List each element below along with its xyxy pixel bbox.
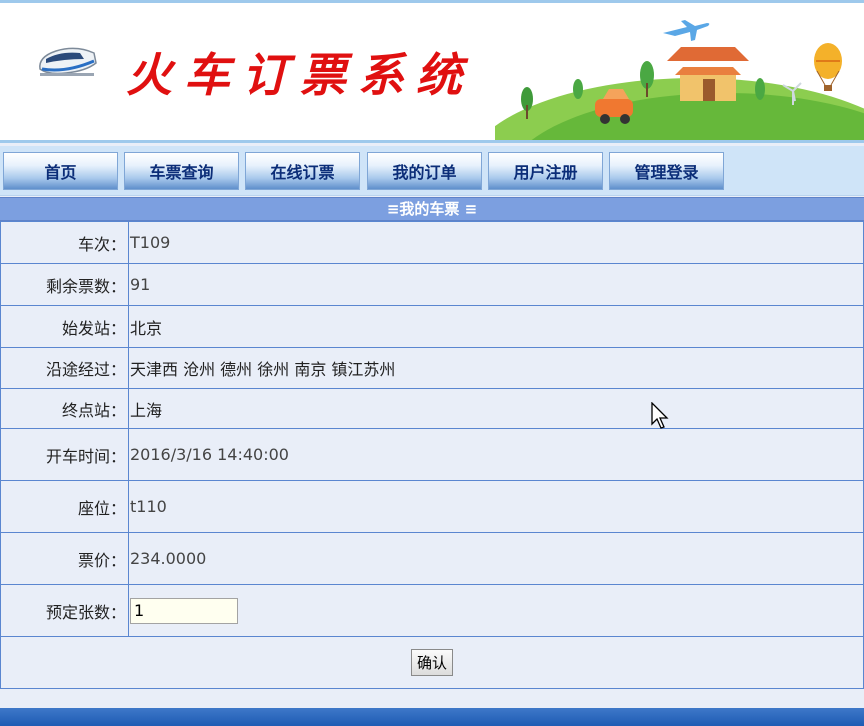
table-row: 确认 <box>0 636 864 689</box>
terminal-value: 上海 <box>128 388 864 429</box>
nav-home-button[interactable]: 首页 <box>3 152 118 190</box>
nav-online-booking-button[interactable]: 在线订票 <box>245 152 360 190</box>
depart-value: 2016/3/16 14:40:00 <box>128 428 864 481</box>
origin-value: 北京 <box>128 305 864 348</box>
nav-ticket-query-button[interactable]: 车票查询 <box>124 152 239 190</box>
confirm-button[interactable]: 确认 <box>411 649 453 676</box>
table-row: 车次： T109 <box>0 221 864 264</box>
qty-input[interactable] <box>130 597 238 624</box>
ticket-details-table: 车次： T109 剩余票数： 91 始发站： 北京 沿途经过： 天津西 沧州 德… <box>0 221 864 689</box>
price-label: 票价： <box>0 532 129 585</box>
origin-label: 始发站： <box>0 305 129 348</box>
footer-bar <box>0 708 864 726</box>
qty-label: 预定张数： <box>0 584 129 637</box>
train-no-label: 车次： <box>0 221 129 264</box>
airplane-icon <box>663 20 710 41</box>
seat-value: t110 <box>128 480 864 533</box>
via-label: 沿途经过： <box>0 347 129 389</box>
nav-admin-login-button[interactable]: 管理登录 <box>609 152 724 190</box>
main-navigation: 首页 车票查询 在线订票 我的订单 用户注册 管理登录 <box>0 146 864 196</box>
site-title: 火车订票系统 <box>126 48 474 102</box>
train-no-value: T109 <box>128 221 864 264</box>
nav-my-orders-button[interactable]: 我的订单 <box>367 152 482 190</box>
table-row: 沿途经过： 天津西 沧州 德州 徐州 南京 镇江苏州 <box>0 347 864 389</box>
table-row: 剩余票数： 91 <box>0 263 864 306</box>
remaining-label: 剩余票数： <box>0 263 129 306</box>
remaining-value: 91 <box>128 263 864 306</box>
table-row: 座位： t110 <box>0 480 864 533</box>
terminal-label: 终点站： <box>0 388 129 429</box>
qty-cell <box>128 584 864 637</box>
table-row: 票价： 234.0000 <box>0 532 864 585</box>
via-value: 天津西 沧州 德州 徐州 南京 镇江苏州 <box>128 347 864 389</box>
seat-label: 座位： <box>0 480 129 533</box>
table-row: 始发站： 北京 <box>0 305 864 348</box>
depart-label: 开车时间： <box>0 428 129 481</box>
balloon-icon <box>814 43 842 91</box>
price-value: 234.0000 <box>128 532 864 585</box>
mouse-cursor-icon <box>651 402 669 429</box>
table-row: 开车时间： 2016/3/16 14:40:00 <box>0 428 864 481</box>
confirm-cell: 确认 <box>0 636 864 689</box>
header-banner: 火车订票系统 <box>0 0 864 143</box>
nav-register-button[interactable]: 用户注册 <box>488 152 603 190</box>
train-logo-icon <box>39 47 97 76</box>
table-row: 终点站： 上海 <box>0 388 864 429</box>
section-title: ≡我的车票 ≡ <box>0 197 864 221</box>
table-row: 预定张数： <box>0 584 864 637</box>
landscape-illustration <box>495 20 864 140</box>
